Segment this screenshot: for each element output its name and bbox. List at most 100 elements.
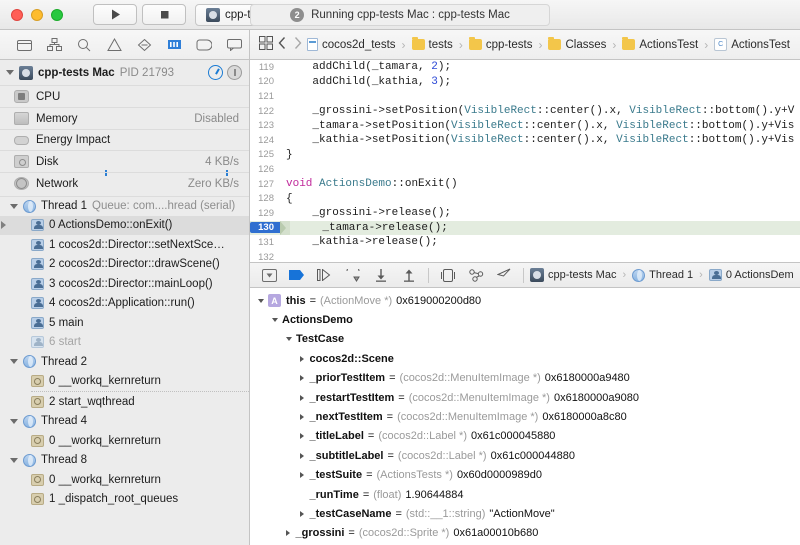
stack-frame-row[interactable]: 0 __workq_kernreturn [0, 470, 249, 490]
code-line[interactable]: 119 addChild(_tamara, 2); [250, 60, 800, 75]
hide-console-icon[interactable] [256, 264, 282, 286]
stack-frame-row[interactable]: 0 __workq_kernreturn [0, 372, 249, 392]
code-line[interactable]: 122 _grossini->setPosition(VisibleRect::… [250, 104, 800, 119]
variable-row[interactable]: _nextTestItem = (cocos2d::MenuItemImage *)… [250, 407, 800, 426]
disclosure-triangle-icon[interactable] [300, 510, 305, 517]
line-number[interactable]: 128 [250, 193, 280, 204]
stack-frame-row[interactable]: 2 cocos2d::Director::drawScene() [0, 255, 249, 275]
line-number[interactable]: 127 [250, 179, 280, 190]
variable-row[interactable]: _grossini = (cocos2d::Sprite *) 0x61a00010b… [250, 524, 800, 543]
variable-row[interactable]: Athis = (ActionMove *) 0x619000200d80 [250, 291, 800, 310]
breadcrumb-item-3[interactable]: Classes [565, 39, 606, 51]
disclosure-triangle-icon[interactable] [6, 70, 14, 75]
breadcrumb-item-2[interactable]: cpp-tests [486, 39, 533, 51]
line-number[interactable]: 132 [250, 252, 280, 262]
line-number[interactable]: 122 [250, 106, 280, 117]
code-line[interactable]: 123 _tamara->setPosition(VisibleRect::ce… [250, 118, 800, 133]
code-line[interactable]: 131 _kathia->release(); [250, 235, 800, 250]
variable-row[interactable]: _subtitleLabel = (cocos2d::Label *) 0x61c00… [250, 446, 800, 465]
disclosure-triangle-icon[interactable] [300, 414, 305, 421]
code-line[interactable]: 125} [250, 148, 800, 163]
stack-frame-row[interactable]: 6 start [0, 333, 249, 353]
line-number[interactable]: 119 [250, 62, 280, 73]
gauge-row-memory[interactable]: Memory Disabled [0, 107, 249, 129]
gauge-row-cpu[interactable]: CPU [0, 85, 249, 107]
code-line[interactable]: 120 addChild(_kathia, 3); [250, 75, 800, 90]
debug-crumb-frame[interactable]: 0 ActionsDem [726, 269, 794, 281]
folder-icon[interactable] [10, 33, 40, 57]
variable-row[interactable]: TestCase [250, 330, 800, 349]
variables-view[interactable]: Athis = (ActionMove *) 0x619000200d80 Action… [250, 288, 800, 545]
status-bar[interactable]: 2 Running cpp-tests Mac : cpp-tests Mac [250, 3, 550, 26]
variable-row[interactable]: _runTime = (float) 1.90644884 [250, 485, 800, 504]
disclosure-triangle-icon[interactable] [272, 318, 278, 323]
close-button[interactable] [11, 8, 23, 21]
thread-row[interactable]: Thread 8 [0, 451, 249, 471]
stack-frame-row[interactable]: 3 cocos2d::Director::mainLoop() [0, 274, 249, 294]
code-line[interactable]: 132 [250, 250, 800, 262]
disclosure-triangle-icon[interactable] [286, 530, 291, 537]
line-number[interactable]: 124 [250, 135, 280, 146]
disclosure-triangle-icon[interactable] [300, 355, 305, 362]
comment-icon[interactable] [219, 33, 249, 57]
line-number[interactable]: 120 [250, 76, 280, 87]
continue-icon[interactable] [284, 264, 310, 286]
stack-frame-row[interactable]: 1 _dispatch_root_queues [0, 490, 249, 510]
disclosure-triangle-icon[interactable] [300, 375, 305, 382]
disclosure-triangle-icon[interactable] [258, 298, 264, 303]
disclosure-triangle-icon[interactable] [10, 418, 18, 424]
warning-icon[interactable] [100, 33, 130, 57]
debug-crumb-thread[interactable]: Thread 1 [649, 269, 693, 281]
hierarchy-icon[interactable] [40, 33, 70, 57]
gauge-row-disk[interactable]: Disk 4 KB/s [0, 150, 249, 176]
search-icon[interactable] [70, 33, 100, 57]
back-chevron-icon[interactable] [277, 36, 288, 53]
run-button[interactable] [93, 4, 137, 25]
memory-graph-icon[interactable] [463, 264, 489, 286]
gauge-row-energy[interactable]: Energy Impact [0, 129, 249, 150]
code-line-current[interactable]: 130 _tamara->release(); [250, 220, 800, 236]
disclosure-triangle-icon[interactable] [300, 394, 305, 401]
variable-row[interactable]: _restartTestItem = (cocos2d::MenuItemImage… [250, 388, 800, 407]
stack-frame-row[interactable]: 2 start_wqthread [0, 392, 249, 412]
disclosure-triangle-icon[interactable] [300, 472, 305, 479]
code-line[interactable]: 128 { [250, 191, 800, 206]
step-down-icon[interactable] [368, 264, 394, 286]
line-number[interactable]: 121 [250, 91, 280, 102]
line-number[interactable]: 131 [250, 237, 280, 248]
code-line[interactable]: 124 _kathia->setPosition(VisibleRect::ce… [250, 133, 800, 148]
breadcrumb-item-0[interactable]: cocos2d_tests [322, 39, 396, 51]
code-line[interactable]: 121 [250, 89, 800, 104]
stop-button[interactable] [142, 4, 186, 25]
breadcrumb-item-4[interactable]: ActionsTest [639, 39, 698, 51]
disclosure-triangle-icon[interactable] [286, 337, 292, 342]
stack-frame-row[interactable]: 5 main [0, 313, 249, 333]
view-hierarchy-icon[interactable] [435, 264, 461, 286]
breakpoint-icon[interactable] [130, 33, 160, 57]
minimize-button[interactable] [31, 8, 43, 21]
line-number[interactable]: 129 [250, 208, 280, 219]
code-line[interactable]: 127 void ActionsDemo::onExit() [250, 177, 800, 192]
debug-icon[interactable] [159, 33, 189, 57]
disclosure-triangle-icon[interactable] [300, 433, 305, 440]
step-into-icon[interactable] [340, 264, 366, 286]
thread-row[interactable]: Thread 4 [0, 412, 249, 432]
tag-icon[interactable] [189, 33, 219, 57]
variable-row[interactable]: _testSuite = (ActionsTests *) 0x60d0000989d… [250, 466, 800, 485]
line-number[interactable]: 123 [250, 120, 280, 131]
forward-chevron-icon[interactable] [292, 36, 303, 53]
variable-row[interactable]: _priorTestItem = (cocos2d::MenuItemImage *… [250, 369, 800, 388]
breadcrumb-item-5[interactable]: ActionsTest [731, 39, 790, 51]
thread-row[interactable]: Thread 2 [0, 352, 249, 372]
stack-frame-row[interactable]: 1 cocos2d::Director::setNextSce… [0, 235, 249, 255]
process-row[interactable]: cpp-tests Mac PID 21793 [0, 60, 249, 85]
source-editor[interactable]: 119 addChild(_tamara, 2); 120 addChild(_k… [250, 60, 800, 262]
variable-row[interactable]: _titleLabel = (cocos2d::Label *) 0x61c00004… [250, 427, 800, 446]
thread-row[interactable]: Thread 1 Queue: com....hread (serial) [0, 196, 249, 216]
line-number[interactable]: 130 [250, 222, 280, 234]
gauge-view-icon[interactable] [208, 65, 223, 80]
disclosure-triangle-icon[interactable] [10, 359, 18, 365]
disclosure-triangle-icon[interactable] [10, 203, 18, 209]
code-line[interactable]: 129 _grossini->release(); [250, 206, 800, 221]
step-over-icon[interactable] [312, 264, 338, 286]
